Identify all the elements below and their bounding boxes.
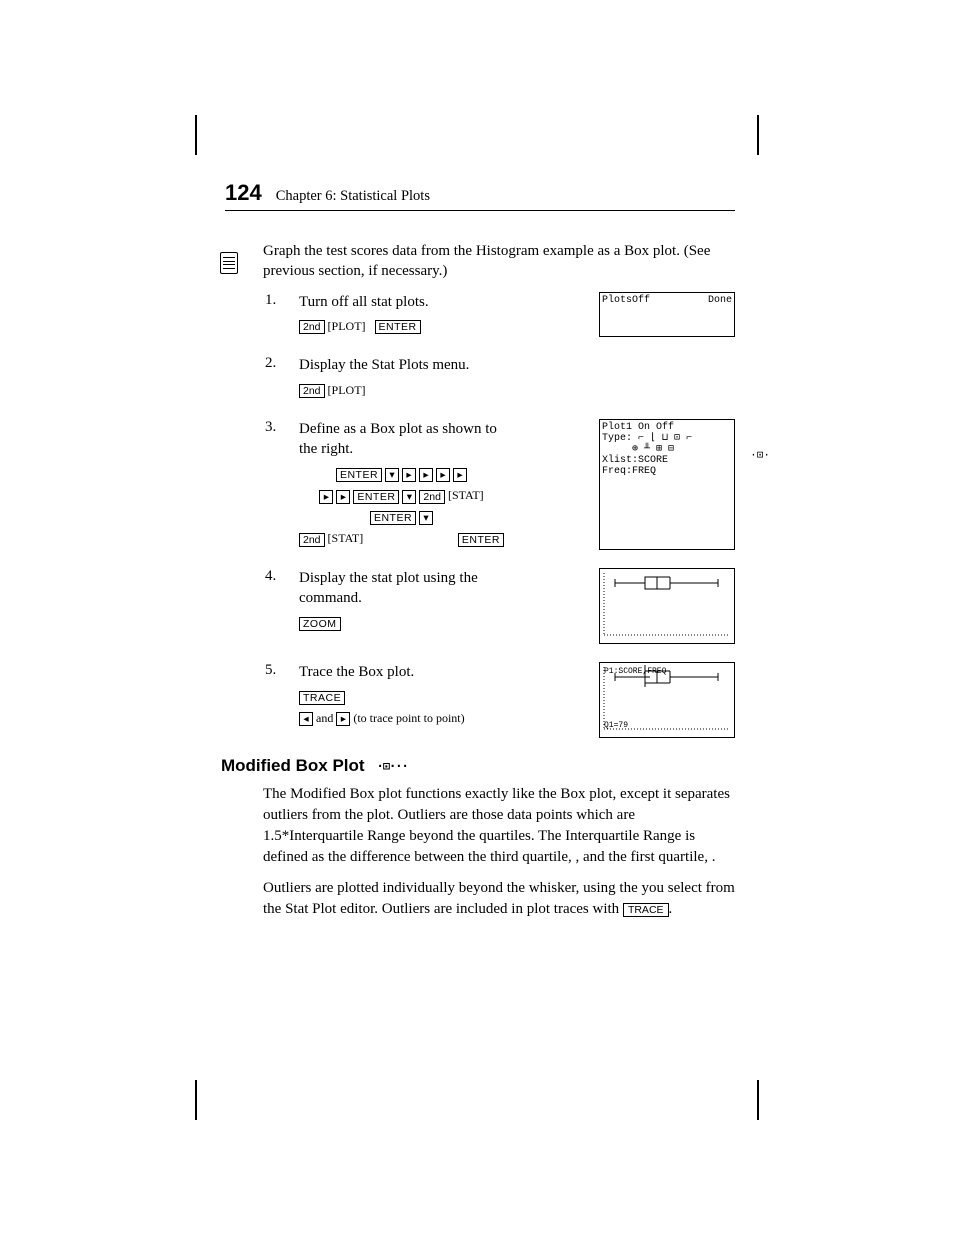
- step-text: Define as a Box plot as shown to the rig…: [299, 419, 504, 460]
- lcd-screen-5: P1:SCORE,FREQ Q1=79: [599, 662, 735, 738]
- step-keys: 2nd [PLOT] ENTER: [299, 316, 504, 338]
- down-arrow-icon: ▾: [419, 511, 433, 525]
- trace-note: (to trace point to point): [353, 711, 464, 725]
- key-trace: TRACE: [299, 691, 345, 705]
- step-3: 3. Define as a Box plot as shown to the …: [265, 419, 735, 550]
- page-number: 124: [225, 180, 262, 206]
- step-number: 3.: [265, 419, 285, 550]
- key-plot-label: PLOT: [332, 319, 362, 333]
- step-text: Turn off all stat plots.: [299, 292, 504, 312]
- lcd-text: Freq:FREQ: [602, 466, 732, 477]
- paragraph: The Modified Box plot functions exactly …: [263, 784, 735, 868]
- key-enter: ENTER: [458, 533, 504, 547]
- key-zoom: ZOOM: [299, 617, 341, 631]
- step-1: 1. Turn off all stat plots. 2nd [PLOT] E…: [265, 292, 735, 338]
- key-2nd: 2nd: [299, 320, 325, 334]
- key-2nd: 2nd: [419, 490, 445, 504]
- lcd-text: Plot1 On Off: [602, 422, 732, 433]
- step-number: 1.: [265, 292, 285, 338]
- lcd-screen-1: PlotsOff Done: [599, 292, 735, 338]
- boxplot-type-icon: ·⊡·: [750, 450, 770, 462]
- step-text: Display the Stat Plots menu.: [299, 355, 504, 375]
- key-2nd: 2nd: [299, 533, 325, 547]
- lcd-bottom-text: Q1=79: [604, 721, 628, 730]
- step-2: 2. Display the Stat Plots menu. 2nd [PLO…: [265, 355, 735, 401]
- step-keys: 2nd [PLOT]: [299, 380, 504, 402]
- lcd-text: PlotsOff: [602, 295, 650, 306]
- step-5: 5. Trace the Box plot. TRACE ◂ and ▸ (to…: [265, 662, 735, 738]
- step-4: 4. Display the stat plot using the comma…: [265, 568, 735, 644]
- modified-boxplot-icon: ·⊡···: [377, 759, 408, 773]
- right-arrow-icon: ▸: [453, 468, 467, 482]
- down-arrow-icon: ▾: [402, 490, 416, 504]
- right-arrow-icon: ▸: [436, 468, 450, 482]
- lcd-text: Xlist:SCORE: [602, 455, 732, 466]
- step-keys: ZOOM: [299, 613, 504, 635]
- key-stat-label: STAT: [332, 531, 360, 545]
- lcd-text: ⊕ ╨ ⊞ ⊟: [602, 444, 732, 455]
- key-2nd: 2nd: [299, 384, 325, 398]
- step-number: 4.: [265, 568, 285, 644]
- key-enter: ENTER: [336, 468, 382, 482]
- boxplot-trace-icon: P1:SCORE,FREQ Q1=79: [600, 663, 732, 735]
- right-arrow-icon: ▸: [402, 468, 416, 482]
- key-enter: ENTER: [353, 490, 399, 504]
- section-title-text: Modified Box Plot: [221, 756, 365, 776]
- step-number: 5.: [265, 662, 285, 738]
- lcd-text: Done: [708, 295, 732, 306]
- page-content: 124 Chapter 6: Statistical Plots Graph t…: [225, 180, 735, 930]
- right-arrow-icon: ▸: [336, 490, 350, 504]
- conjunction: and: [316, 711, 336, 725]
- steps-list: 1. Turn off all stat plots. 2nd [PLOT] E…: [265, 292, 735, 739]
- section-heading: Modified Box Plot ·⊡···: [221, 756, 735, 776]
- calculator-icon: [220, 252, 238, 274]
- chapter-title: Chapter 6: Statistical Plots: [276, 188, 430, 205]
- right-arrow-icon: ▸: [419, 468, 433, 482]
- step-keys: TRACE ◂ and ▸ (to trace point to point): [299, 686, 504, 729]
- key-trace-inline: TRACE: [623, 903, 669, 917]
- key-plot-label: PLOT: [332, 383, 362, 397]
- step-text: Display the stat plot using the command.: [299, 568, 504, 609]
- lcd-text: Type: ⌐ ⌊ ⊔ ⊡ ⌐: [602, 433, 732, 444]
- step-text: Trace the Box plot.: [299, 662, 504, 682]
- page-header: 124 Chapter 6: Statistical Plots: [225, 180, 735, 211]
- intro-text: Graph the test scores data from the Hist…: [263, 241, 735, 282]
- down-arrow-icon: ▾: [385, 468, 399, 482]
- right-arrow-icon: ▸: [319, 490, 333, 504]
- step-keys: ENTER ▾ ▸ ▸ ▸ ▸ ▸ ▸ ENTER ▾ 2nd [STAT] E…: [299, 464, 504, 550]
- key-enter: ENTER: [370, 511, 416, 525]
- left-arrow-icon: ◂: [299, 712, 313, 726]
- boxplot-graph-icon: [600, 569, 732, 641]
- right-arrow-icon: ▸: [336, 712, 350, 726]
- key-stat-label: STAT: [452, 488, 480, 502]
- step-number: 2.: [265, 355, 285, 401]
- paragraph: Outliers are plotted individually beyond…: [263, 878, 735, 920]
- lcd-screen-3: Plot1 On Off Type: ⌐ ⌊ ⊔ ⊡ ⌐ ⊕ ╨ ⊞ ⊟ Xli…: [599, 419, 735, 550]
- key-enter: ENTER: [375, 320, 421, 334]
- lcd-screen-4: [599, 568, 735, 644]
